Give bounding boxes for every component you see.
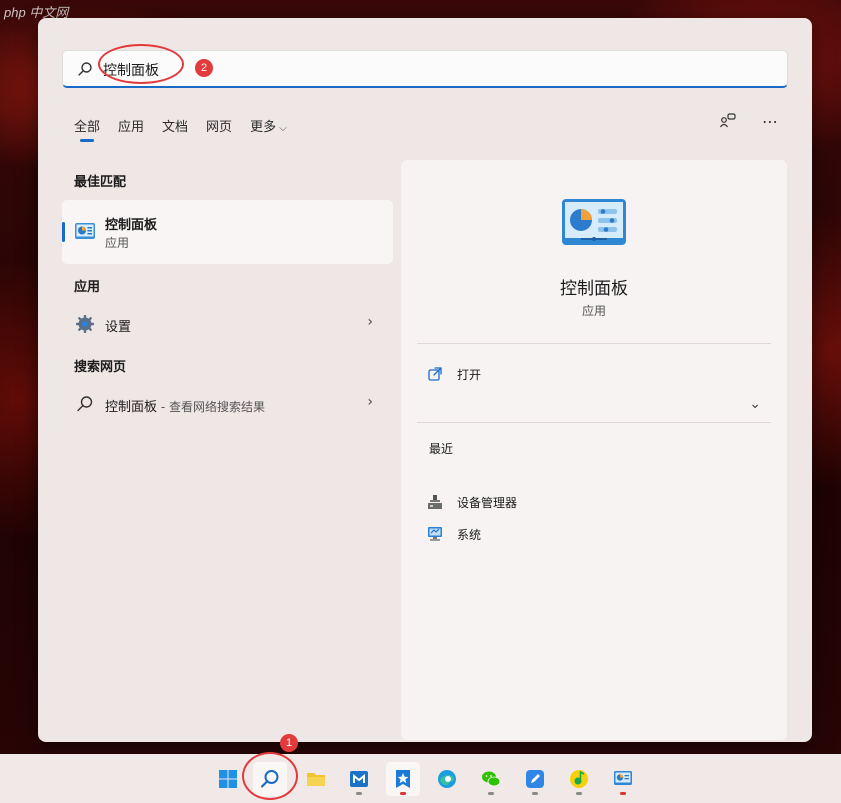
edge-browser-button[interactable] bbox=[430, 762, 464, 796]
app-item-label: 设置 bbox=[105, 320, 132, 335]
tab-all[interactable]: 全部 bbox=[74, 116, 100, 142]
tab-apps[interactable]: 应用 bbox=[118, 116, 144, 142]
section-search-web: 搜索网页 bbox=[74, 360, 127, 375]
editor-app-button[interactable] bbox=[518, 762, 552, 796]
taskbar bbox=[0, 754, 841, 803]
share-accounts-icon[interactable] bbox=[718, 112, 738, 132]
recent-item-device-manager[interactable]: 设备管理器 bbox=[427, 492, 627, 514]
open-action-label: 打开 bbox=[457, 368, 482, 382]
search-icon bbox=[77, 396, 93, 412]
pen-note-icon bbox=[526, 770, 544, 788]
best-match-type: 应用 bbox=[105, 236, 130, 250]
store-app-button[interactable] bbox=[342, 762, 376, 796]
details-title: 控制面板 bbox=[560, 279, 628, 299]
web-search-item[interactable]: 控制面板 - 查看网络搜索结果 › bbox=[62, 386, 393, 422]
details-pane: 控制面板 应用 打开 ⌄ 最近 设备管理器 系统 bbox=[401, 160, 787, 740]
bookmark-star-icon bbox=[396, 770, 410, 788]
store-icon bbox=[350, 771, 368, 787]
recent-item-system[interactable]: 系统 bbox=[427, 524, 627, 546]
running-indicator bbox=[488, 792, 494, 795]
selection-indicator bbox=[62, 222, 65, 242]
device-manager-icon bbox=[428, 495, 442, 509]
gear-icon bbox=[76, 315, 94, 333]
app-item-settings[interactable]: 设置 › bbox=[62, 306, 393, 342]
system-monitor-icon bbox=[428, 527, 442, 541]
control-panel-icon bbox=[75, 223, 95, 239]
start-search-panel: 控制面板 2 全部 应用 文档 网页 更多 ⌵ ⋯ 最佳匹配 控制面板 应用 应用 bbox=[38, 18, 812, 742]
tab-more[interactable]: 更多 ⌵ bbox=[250, 116, 287, 142]
section-best-match: 最佳匹配 bbox=[74, 175, 127, 190]
best-match-item[interactable]: 控制面板 应用 bbox=[62, 200, 393, 264]
folder-icon bbox=[307, 773, 325, 786]
annotation-badge-1: 1 bbox=[280, 734, 298, 752]
file-explorer-button[interactable] bbox=[299, 762, 333, 796]
recent-item-label: 设备管理器 bbox=[457, 496, 518, 510]
web-search-label: 控制面板 - 查看网络搜索结果 bbox=[105, 400, 265, 415]
running-indicator bbox=[576, 792, 582, 795]
recent-title: 最近 bbox=[429, 442, 454, 456]
chevron-right-icon: › bbox=[367, 314, 373, 330]
favorites-app-button[interactable] bbox=[386, 762, 420, 796]
music-icon bbox=[570, 770, 588, 788]
search-icon bbox=[78, 62, 92, 76]
tab-web[interactable]: 网页 bbox=[206, 116, 232, 142]
music-app-button[interactable] bbox=[562, 762, 596, 796]
section-apps: 应用 bbox=[74, 280, 101, 295]
open-external-icon bbox=[428, 367, 442, 381]
best-match-name: 控制面板 bbox=[105, 218, 158, 233]
wechat-button[interactable] bbox=[474, 762, 508, 796]
recent-item-label: 系统 bbox=[457, 528, 482, 542]
control-panel-taskbar-button[interactable] bbox=[606, 762, 640, 796]
details-subtitle: 应用 bbox=[581, 304, 606, 318]
running-indicator bbox=[620, 792, 626, 795]
chevron-down-icon[interactable]: ⌄ bbox=[749, 396, 761, 412]
annotation-badge-2: 2 bbox=[195, 59, 213, 77]
annotation-circle-search bbox=[98, 44, 184, 84]
filter-tabs: 全部 应用 文档 网页 更多 ⌵ bbox=[74, 116, 305, 142]
open-action[interactable]: 打开 bbox=[427, 364, 627, 386]
windows-icon bbox=[219, 770, 237, 788]
start-button[interactable] bbox=[211, 762, 245, 796]
annotation-circle-taskbar-search bbox=[242, 752, 298, 800]
control-panel-icon bbox=[614, 771, 632, 785]
control-panel-icon bbox=[562, 199, 626, 245]
edge-icon bbox=[438, 770, 456, 788]
divider bbox=[417, 422, 771, 423]
wechat-icon bbox=[482, 771, 501, 787]
running-indicator bbox=[356, 792, 362, 795]
tab-documents[interactable]: 文档 bbox=[162, 116, 188, 142]
chevron-down-icon: ⌵ bbox=[279, 123, 287, 134]
running-indicator bbox=[400, 792, 406, 795]
chevron-right-icon: › bbox=[367, 394, 373, 410]
divider bbox=[417, 343, 771, 344]
more-options-icon[interactable]: ⋯ bbox=[760, 112, 780, 132]
running-indicator bbox=[532, 792, 538, 795]
